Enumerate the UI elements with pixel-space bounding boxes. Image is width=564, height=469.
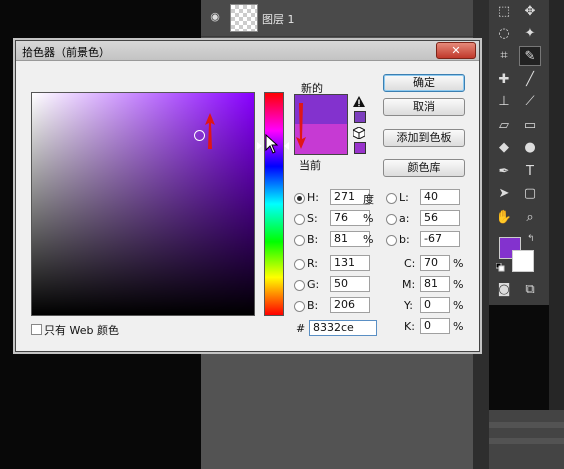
side-strip — [549, 0, 564, 469]
red-field[interactable]: 131 — [330, 255, 370, 271]
screen-mode-icon[interactable]: ⧉ — [519, 280, 541, 300]
lab-b-field[interactable]: -67 — [420, 231, 460, 247]
history-brush-tool-icon[interactable]: ⟋ — [519, 92, 541, 112]
brush-tool-icon[interactable]: ╱ — [519, 70, 541, 90]
hue-slider-left-marker[interactable] — [257, 142, 262, 150]
background-color-swatch[interactable] — [512, 250, 534, 272]
hue-slider-right-marker[interactable] — [284, 142, 289, 150]
ok-button[interactable]: 确定 — [383, 74, 465, 92]
lab-a-radio[interactable] — [386, 214, 397, 225]
rectangle-tool-icon[interactable]: ▢ — [519, 184, 541, 204]
blue-radio[interactable] — [294, 301, 305, 312]
quick-mask-icon[interactable]: ◙ — [493, 280, 515, 300]
type-tool-icon[interactable]: T — [519, 162, 541, 182]
hue-unit: 度 — [363, 193, 374, 206]
close-icon[interactable]: ✕ — [436, 42, 476, 59]
black-field[interactable]: 0 — [420, 318, 450, 334]
lab-b-label: b: — [399, 233, 410, 246]
hex-label: # — [296, 322, 306, 335]
swap-colors-icon[interactable]: ↰ — [527, 234, 535, 244]
gradient-tool-icon[interactable]: ▭ — [519, 116, 541, 136]
lab-l-label: L: — [399, 191, 409, 204]
only-web-colors-checkbox[interactable] — [31, 324, 42, 335]
only-web-colors-label: 只有 Web 颜色 — [44, 324, 119, 337]
clone-stamp-tool-icon[interactable]: ⊥ — [493, 92, 515, 112]
yellow-field[interactable]: 0 — [420, 297, 450, 313]
dialog-title: 拾色器（前景色） — [22, 46, 110, 59]
lab-l-radio[interactable] — [386, 193, 397, 204]
green-label: G: — [307, 278, 320, 291]
lab-a-label: a: — [399, 212, 410, 225]
hex-color-field[interactable]: 8332ce — [309, 320, 377, 336]
brightness-label: B: — [307, 233, 319, 246]
cyan-label: C: — [404, 257, 416, 270]
magic-wand-tool-icon[interactable]: ✦ — [519, 24, 541, 44]
pen-tool-icon[interactable]: ✒ — [493, 162, 515, 182]
eye-icon[interactable]: ◉ — [208, 10, 222, 24]
marquee-tool-icon[interactable]: ⬚ — [493, 2, 515, 22]
lab-b-radio[interactable] — [386, 235, 397, 246]
saturation-unit: % — [363, 212, 374, 225]
down-arrow-annotation-icon — [296, 103, 306, 149]
hue-slider[interactable] — [264, 92, 284, 316]
cancel-button[interactable]: 取消 — [383, 98, 465, 116]
mouse-pointer-icon — [265, 134, 279, 154]
web-safe-color-swatch[interactable] — [354, 142, 366, 154]
up-arrow-annotation-icon — [205, 113, 215, 149]
brightness-unit: % — [363, 233, 374, 246]
layer-thumbnail — [230, 4, 258, 32]
crop-tool-icon[interactable]: ⌗ — [493, 46, 515, 66]
eraser-tool-icon[interactable]: ▱ — [493, 116, 515, 136]
yellow-label: Y: — [404, 299, 413, 312]
gamut-warning-icon[interactable] — [353, 96, 365, 108]
black-unit: % — [453, 320, 464, 333]
layer-name: 图层 1 — [262, 13, 295, 26]
hue-radio[interactable] — [294, 193, 305, 204]
default-colors-icon[interactable] — [496, 263, 505, 272]
web-cube-icon[interactable] — [353, 127, 365, 139]
red-radio[interactable] — [294, 259, 305, 270]
black-label: K: — [404, 320, 415, 333]
dodge-tool-icon[interactable]: ● — [519, 138, 541, 158]
magenta-unit: % — [453, 278, 464, 291]
lab-a-field[interactable]: 56 — [420, 210, 460, 226]
color-libraries-button[interactable]: 颜色库 — [383, 159, 465, 177]
dialog-titlebar[interactable]: 拾色器（前景色） ✕ — [16, 41, 479, 61]
eyedropper-tool-icon[interactable]: ✎ — [519, 46, 541, 66]
saturation-radio[interactable] — [294, 214, 305, 225]
healing-brush-tool-icon[interactable]: ✚ — [493, 70, 515, 90]
red-label: R: — [307, 257, 319, 270]
saturation-label: S: — [307, 212, 318, 225]
yellow-unit: % — [453, 299, 464, 312]
panel-area — [489, 410, 564, 469]
lasso-tool-icon[interactable]: ◌ — [493, 24, 515, 44]
gamut-color-swatch[interactable] — [354, 111, 366, 123]
green-radio[interactable] — [294, 280, 305, 291]
zoom-tool-icon[interactable]: ⌕ — [519, 208, 541, 228]
cyan-unit: % — [453, 257, 464, 270]
lab-l-field[interactable]: 40 — [420, 189, 460, 205]
color-picker-dialog: 拾色器（前景色） ✕ 新的 当前 确定 取消 添加到色板 颜色库 H: 271 … — [15, 40, 480, 352]
path-selection-tool-icon[interactable]: ➤ — [493, 184, 515, 204]
move-tool-icon[interactable]: ✥ — [519, 2, 541, 22]
magenta-field[interactable]: 81 — [420, 276, 450, 292]
hue-label: H: — [307, 191, 319, 204]
add-to-swatches-button[interactable]: 添加到色板 — [383, 129, 465, 147]
hand-tool-icon[interactable]: ✋ — [493, 208, 515, 228]
blue-field[interactable]: 206 — [330, 297, 370, 313]
magenta-label: M: — [402, 278, 416, 291]
brightness-radio[interactable] — [294, 235, 305, 246]
green-field[interactable]: 50 — [330, 276, 370, 292]
current-color-label: 当前 — [299, 159, 321, 172]
blur-tool-icon[interactable]: ◆ — [493, 138, 515, 158]
blue-label: B: — [307, 299, 319, 312]
cyan-field[interactable]: 70 — [420, 255, 450, 271]
saturation-brightness-field[interactable] — [31, 92, 255, 316]
